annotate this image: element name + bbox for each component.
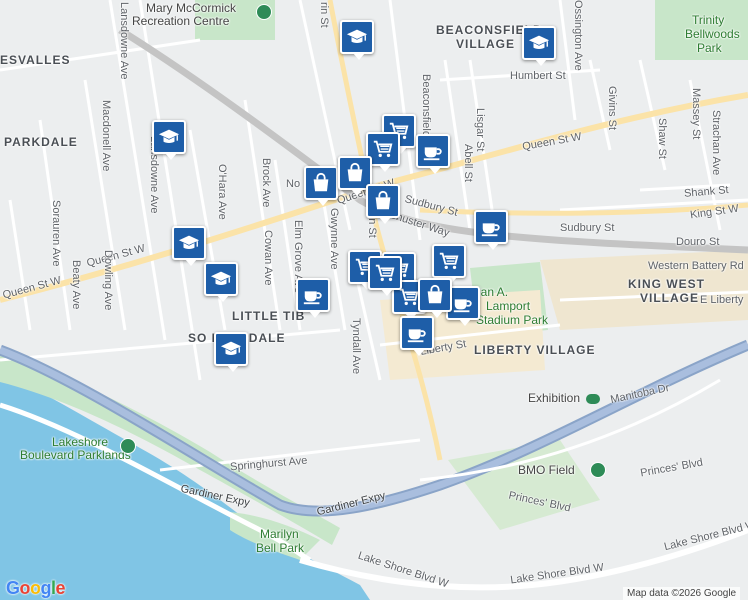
area-label-king-west-village: VILLAGE — [640, 291, 700, 305]
street-label-humbert: Humbert St — [510, 70, 566, 82]
area-label-esvalles: ESVALLES — [0, 53, 71, 67]
park-label-bellwoods: Bellwoods — [685, 27, 740, 41]
street-label-brock: Brock Ave — [260, 158, 272, 208]
school-marker-icon[interactable] — [214, 332, 248, 372]
park-label-trinity: Trinity — [692, 13, 725, 27]
street-label-macdonell: Macdonell Ave — [100, 100, 112, 172]
street-label-gwynne: Gwynne Ave — [328, 208, 340, 270]
coffee-marker-icon[interactable] — [474, 210, 508, 250]
street-label-strachan: Strachan Ave — [710, 110, 722, 176]
cart-marker-icon[interactable] — [432, 244, 466, 284]
bag-marker-icon[interactable] — [304, 166, 338, 206]
street-label-lansdowne-a: Lansdowne Ave — [118, 2, 130, 80]
bmo-field-pin-icon[interactable] — [590, 462, 606, 478]
poi-label-recreation-centre: Recreation Centre — [132, 14, 230, 28]
street-label-battery: Western Battery Rd — [648, 260, 744, 272]
area-label-little-tibet: LITTLE TIB — [232, 309, 306, 323]
poi-label-mary-mccormick: Mary McCormick — [146, 1, 236, 15]
bag-marker-icon[interactable] — [418, 278, 452, 318]
park-label-lamport-2: Lamport — [486, 299, 531, 313]
school-marker-icon[interactable] — [522, 26, 556, 66]
exhibition-transit-icon[interactable] — [586, 394, 600, 404]
cart-marker-icon[interactable] — [368, 256, 402, 296]
coffee-marker-icon[interactable] — [296, 278, 330, 318]
street-label-e-liberty: E Liberty — [700, 294, 744, 306]
street-label-ossington: Ossington Ave — [572, 0, 584, 71]
google-logo: Google — [6, 578, 66, 598]
park-label-trinity-park: Park — [697, 41, 722, 55]
poi-label-exhibition: Exhibition — [528, 391, 581, 405]
area-label-king-west: KING WEST — [628, 277, 705, 291]
street-label-cowan: Cowan Ave — [262, 230, 274, 286]
park-label-marilyn: Marilyn — [260, 527, 299, 541]
coffee-marker-icon[interactable] — [400, 316, 434, 356]
street-label-abell: Abell St — [462, 144, 474, 182]
park-label-bell-park: Bell Park — [256, 541, 305, 555]
street-label-massey: Massey St — [690, 88, 702, 140]
area-label-beaconsfield-village: VILLAGE — [456, 37, 516, 51]
street-label-beaty: Beaty Ave — [70, 260, 82, 310]
street-label-shaw: Shaw St — [656, 118, 668, 159]
street-label-noble: No — [286, 178, 301, 190]
street-label-dowling: Dowling Ave — [102, 250, 114, 311]
street-label-sorauren: Sorauren Ave — [50, 200, 62, 267]
school-marker-icon[interactable] — [204, 262, 238, 302]
street-label-tyndall: Tyndall Ave — [350, 318, 362, 375]
street-label-douro: Douro St — [676, 236, 720, 248]
area-label-liberty-village: LIBERTY VILLAGE — [474, 343, 596, 357]
street-label-lisgar: Lisgar St — [474, 108, 486, 152]
poi-label-bmo-field: BMO Field — [518, 463, 575, 477]
lakeshore-park-pin-icon[interactable] — [120, 438, 136, 454]
recreation-centre-pin-icon[interactable] — [256, 4, 272, 20]
bag-marker-icon[interactable] — [366, 184, 400, 224]
area-label-parkdale: PARKDALE — [4, 135, 78, 149]
map-attribution[interactable]: Map data ©2026 Google — [623, 587, 741, 600]
park-label-lamport-1: lan A. — [478, 285, 509, 299]
street-label-givins: Givins St — [606, 86, 618, 131]
street-label-ohara: O'Hara Ave — [216, 164, 228, 220]
school-marker-icon[interactable] — [340, 20, 374, 60]
park-label-lakeshore: Lakeshore — [52, 435, 109, 449]
park-label-lamport-3: Stadium Park — [476, 313, 549, 327]
street-label-dufferin-top: rin St — [318, 2, 330, 28]
school-marker-icon[interactable] — [172, 226, 206, 266]
map-canvas[interactable]: BEACONSFIELD VILLAGE ESVALLES PARKDALE L… — [0, 0, 748, 600]
coffee-marker-icon[interactable] — [416, 134, 450, 174]
park-label-boulevard-parklands: Boulevard Parklands — [20, 448, 131, 462]
school-marker-icon[interactable] — [152, 120, 186, 160]
street-label-sudbury-b: Sudbury St — [560, 222, 615, 234]
